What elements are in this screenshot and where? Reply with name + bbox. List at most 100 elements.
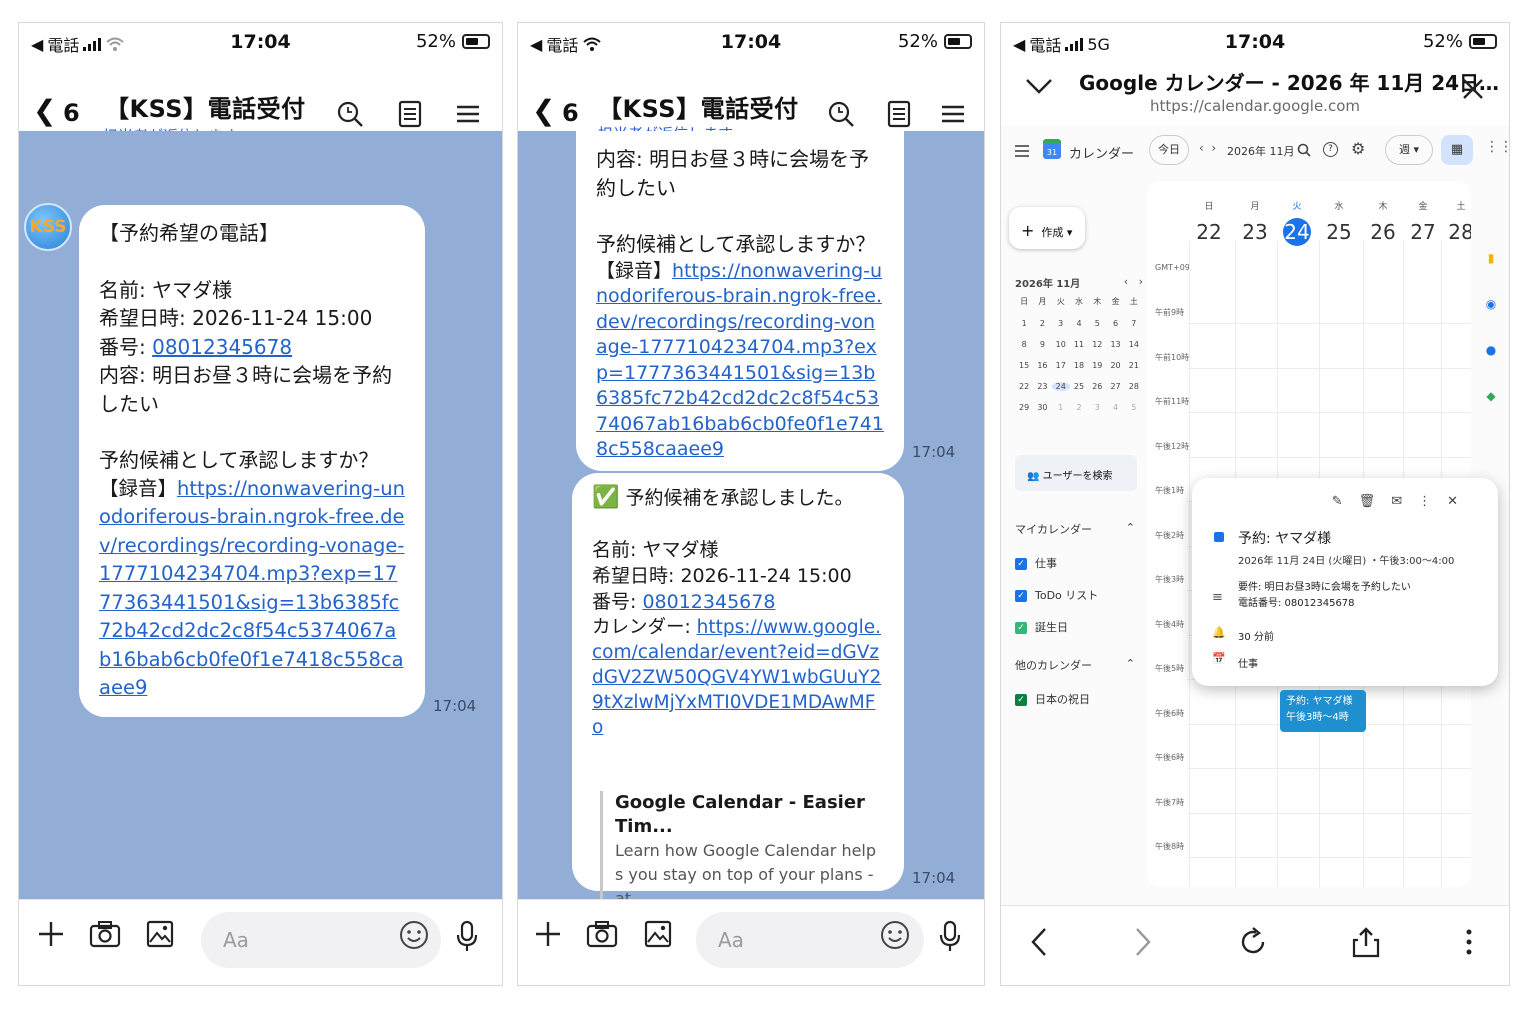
mini-day[interactable]: 5 — [1088, 319, 1106, 328]
week-day-header[interactable]: 土 28 — [1443, 199, 1471, 246]
share-icon[interactable] — [1351, 926, 1381, 958]
checkbox-icon[interactable]: ✓ — [1015, 558, 1027, 570]
mini-day[interactable]: 24 — [1051, 382, 1070, 391]
mini-day[interactable]: 12 — [1088, 340, 1106, 349]
day-number[interactable]: 22 — [1195, 218, 1223, 246]
mini-day[interactable]: 13 — [1106, 340, 1124, 349]
view-select[interactable]: 週 ▾ — [1385, 135, 1433, 165]
back-icon[interactable] — [1029, 926, 1049, 958]
mini-day[interactable]: 17 — [1052, 361, 1070, 370]
calendar-list-item[interactable]: ✓ ToDo リスト — [1015, 587, 1098, 603]
image-icon[interactable] — [644, 920, 672, 948]
phone-link[interactable]: 08012345678 — [152, 335, 292, 359]
day-number[interactable]: 26 — [1369, 218, 1397, 246]
forward-icon[interactable] — [1133, 926, 1153, 958]
mini-calendar-grid[interactable]: 日月火水木金土 1 2 3 4 5 6 7 8 9 10 11 12 13 14 15 16 17 18 19 20 21… — [1015, 296, 1143, 412]
calendar-view-icon[interactable]: ▦ — [1441, 135, 1473, 165]
chevron-up-icon[interactable]: ⌃ — [1126, 657, 1135, 670]
edit-icon[interactable]: ✎ — [1332, 494, 1359, 509]
mini-day[interactable]: 27 — [1106, 382, 1124, 391]
mini-day[interactable]: 28 — [1125, 382, 1143, 391]
tasks-icon[interactable]: ◉ — [1483, 281, 1499, 327]
mini-day[interactable]: 26 — [1088, 382, 1106, 391]
more-vert-icon[interactable] — [1463, 926, 1475, 958]
mini-day[interactable]: 5 — [1125, 403, 1143, 412]
mini-day[interactable]: 3 — [1052, 319, 1070, 328]
my-calendars-section[interactable]: マイカレンダー ⌃ — [1015, 521, 1135, 537]
today-button[interactable]: 今日 — [1149, 135, 1189, 165]
other-calendars-section[interactable]: 他のカレンダー ⌃ — [1015, 657, 1135, 673]
chat-area[interactable]: KSS 【予約希望の電話】 名前: ヤマダ様 希望日時: 2026-11-24 15… — [19, 131, 502, 899]
chevron-up-icon[interactable]: ⌃ — [1126, 521, 1135, 534]
back-button[interactable]: ❮ — [33, 97, 56, 125]
reload-icon[interactable] — [1239, 926, 1269, 958]
mini-day[interactable]: 22 — [1015, 382, 1033, 391]
mini-day[interactable]: 19 — [1088, 361, 1106, 370]
emoji-icon[interactable] — [399, 920, 429, 950]
mini-day[interactable]: 6 — [1106, 319, 1124, 328]
microphone-icon[interactable] — [938, 920, 962, 952]
search-icon[interactable] — [826, 99, 856, 129]
plus-icon[interactable] — [37, 920, 65, 948]
chat-area[interactable]: 内容: 明日お昼３時に会場を予約したい 予約候補として承認しますか？ 【録音】htt… — [518, 131, 984, 899]
mini-day[interactable]: 1 — [1015, 319, 1033, 328]
week-day-header[interactable]: 月 23 — [1237, 199, 1273, 246]
checkbox-icon[interactable]: ✓ — [1015, 694, 1027, 706]
calendar-event-block[interactable]: 予約: ヤマダ様 午後3時～4時 — [1280, 690, 1366, 732]
search-icon[interactable] — [1297, 143, 1311, 157]
phone-link[interactable]: 08012345678 — [642, 591, 775, 613]
calendar-list-item[interactable]: ✓ 誕生日 — [1015, 619, 1098, 635]
keep-icon[interactable]: ▮ — [1483, 235, 1499, 281]
maps-icon[interactable]: ◆ — [1483, 373, 1499, 419]
mini-day[interactable]: 25 — [1070, 382, 1088, 391]
mini-day[interactable]: 20 — [1106, 361, 1124, 370]
user-search[interactable]: 👥 ユーザーを検索 — [1015, 455, 1137, 491]
mini-nav-icons[interactable]: ‹ › — [1124, 275, 1143, 288]
apps-grid-icon[interactable]: ⋮⋮ — [1485, 139, 1509, 155]
camera-icon[interactable] — [586, 920, 618, 948]
hamburger-icon[interactable] — [1015, 145, 1029, 157]
calendar-list-item[interactable]: ✓ 日本の祝日 — [1015, 691, 1090, 707]
week-day-header[interactable]: 日 22 — [1191, 199, 1227, 246]
week-day-header[interactable]: 金 27 — [1405, 199, 1441, 246]
emoji-icon[interactable] — [880, 920, 910, 950]
menu-icon[interactable] — [453, 99, 483, 129]
close-icon[interactable]: ✕ — [1447, 494, 1474, 509]
notes-icon[interactable] — [884, 99, 914, 129]
notes-icon[interactable] — [395, 99, 425, 129]
mini-day[interactable]: 21 — [1125, 361, 1143, 370]
week-day-header[interactable]: 木 26 — [1365, 199, 1401, 246]
day-number[interactable]: 24 — [1283, 218, 1311, 246]
mini-day[interactable]: 7 — [1125, 319, 1143, 328]
help-icon[interactable]: ? — [1323, 142, 1338, 157]
mini-day[interactable]: 2 — [1070, 403, 1088, 412]
mini-day[interactable]: 9 — [1033, 340, 1051, 349]
day-number[interactable]: 27 — [1409, 218, 1437, 246]
mini-day[interactable]: 1 — [1052, 403, 1070, 412]
contacts-icon[interactable]: ● — [1483, 327, 1499, 373]
calendar-list-item[interactable]: ✓ 仕事 — [1015, 555, 1098, 571]
plus-icon[interactable] — [534, 920, 562, 948]
mini-day[interactable]: 29 — [1015, 403, 1033, 412]
day-number[interactable]: 23 — [1241, 218, 1269, 246]
delete-icon[interactable]: 🗑 — [1359, 494, 1392, 509]
recording-link[interactable]: https://nonwavering-unodoriferous-brain.… — [596, 260, 884, 461]
mini-day[interactable]: 4 — [1106, 403, 1124, 412]
mini-day[interactable]: 18 — [1070, 361, 1088, 370]
mini-day[interactable]: 8 — [1015, 340, 1033, 349]
mini-day[interactable]: 16 — [1033, 361, 1051, 370]
checkbox-icon[interactable]: ✓ — [1015, 590, 1027, 602]
mini-day[interactable]: 3 — [1088, 403, 1106, 412]
prev-next-icons[interactable]: ‹ › — [1199, 141, 1216, 155]
close-icon[interactable] — [1461, 77, 1485, 101]
day-number[interactable]: 28 — [1447, 218, 1471, 246]
chevron-down-icon[interactable] — [1025, 77, 1053, 95]
side-panel-icons[interactable]: ▮ ◉ ● ◆ — [1483, 235, 1499, 419]
mini-day[interactable]: 4 — [1070, 319, 1088, 328]
email-icon[interactable]: ✉ — [1391, 494, 1418, 509]
mini-day[interactable]: 14 — [1125, 340, 1143, 349]
day-number[interactable]: 25 — [1325, 218, 1353, 246]
image-icon[interactable] — [146, 920, 174, 948]
microphone-icon[interactable] — [455, 920, 479, 952]
mini-day[interactable]: 11 — [1070, 340, 1088, 349]
